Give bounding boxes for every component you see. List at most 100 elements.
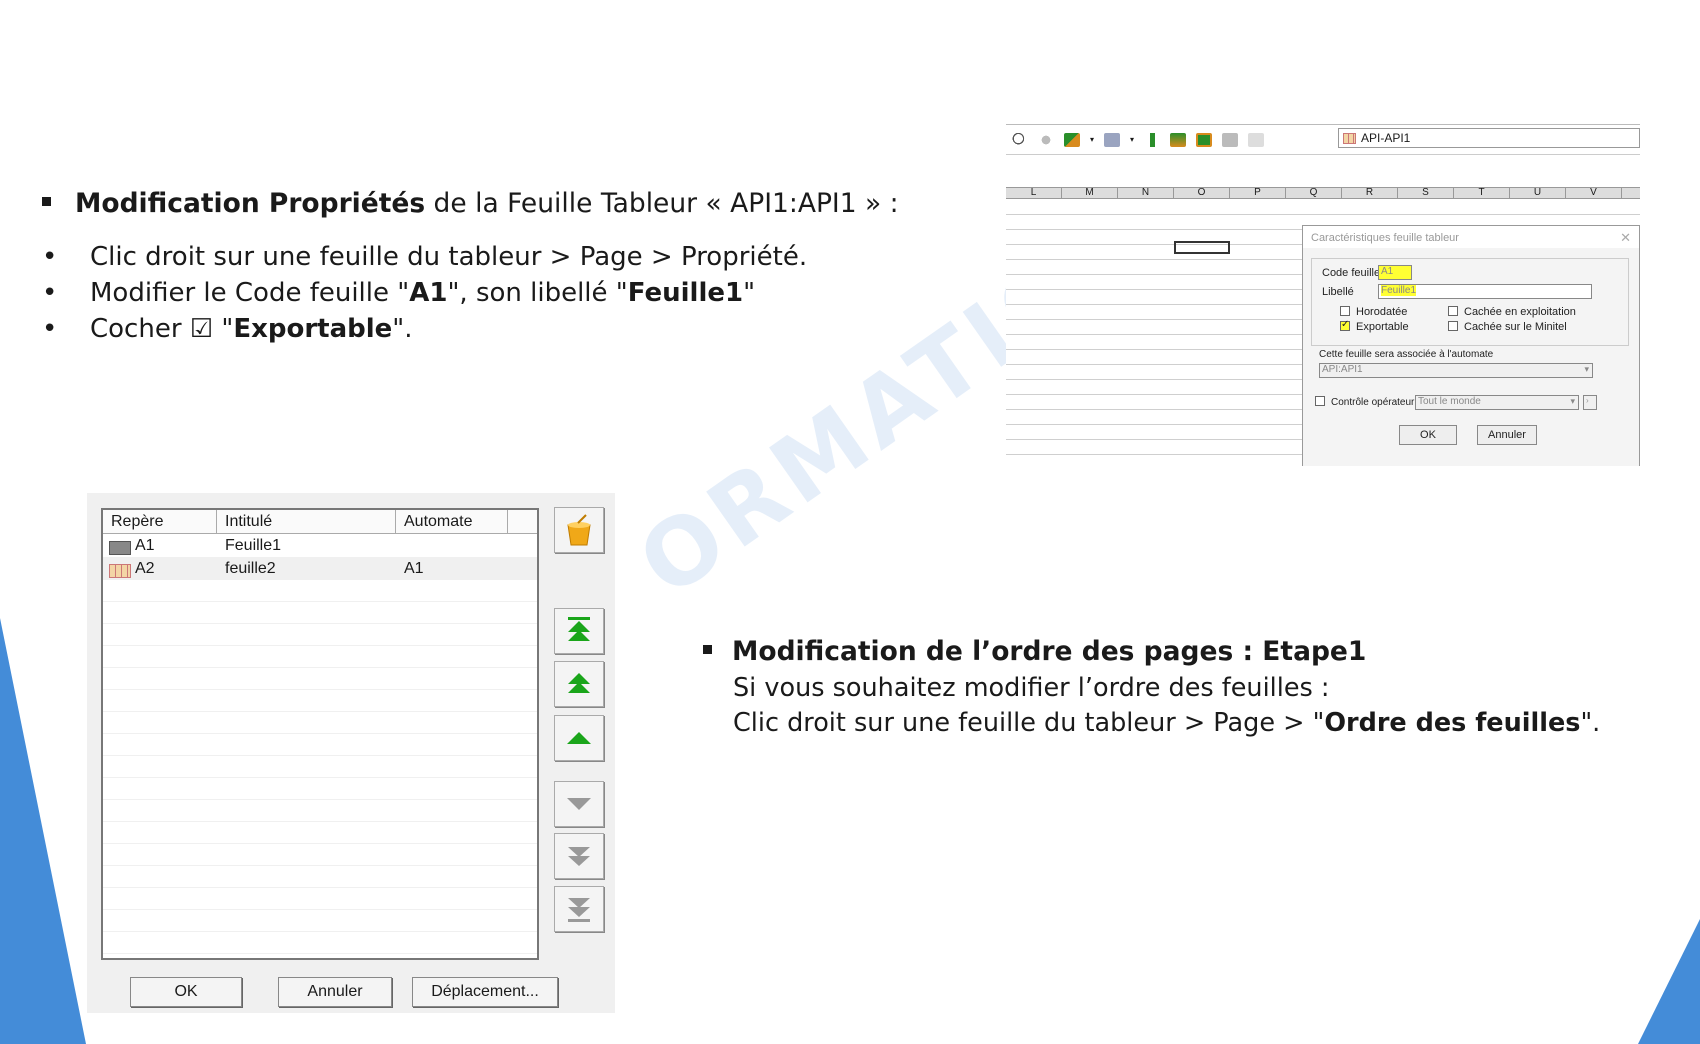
column-header-cell[interactable]: Q (1286, 188, 1342, 198)
bucket-icon (567, 514, 591, 546)
mail-icon[interactable] (1248, 132, 1265, 147)
spreadsheet-icon (109, 563, 131, 578)
column-header-cell[interactable]: P (1230, 188, 1286, 198)
square-bullet-icon (703, 645, 712, 654)
properties-dialog-title: Caractéristiques feuille tableur (1303, 226, 1639, 248)
bullet-dot-icon: • (42, 278, 58, 308)
libelle-input[interactable]: Feuille1 (1378, 284, 1592, 299)
arrow-up-icon[interactable] (1144, 132, 1161, 147)
section1-title-rest: de la Feuille Tableur « API1:API1 » : (425, 188, 899, 219)
bullet-3-post: ". (392, 314, 413, 344)
printer-icon[interactable] (1222, 132, 1239, 147)
section1-title-bold: Modification Propriétés (75, 188, 426, 219)
automate-select[interactable]: API:API1 ▾ (1319, 363, 1593, 378)
bullet-3-bold: Exportable (233, 314, 393, 344)
double-arrow-up-icon (568, 673, 590, 693)
sheet-order-dialog: Repère Intitulé Automate A1 Feuille1 A2 … (87, 493, 615, 1013)
column-header-cell[interactable]: V (1566, 188, 1622, 198)
move-first-button[interactable] (554, 608, 604, 654)
controle-label: Contrôle opérateur (1331, 397, 1415, 408)
window-icon[interactable] (1196, 132, 1213, 147)
move-button[interactable]: Déplacement... (412, 977, 558, 1007)
automate-value: API:API1 (1322, 364, 1363, 375)
column-header-cell[interactable]: U (1510, 188, 1566, 198)
chevron-down-icon: ▾ (1584, 364, 1589, 374)
move-down-fast-button[interactable] (554, 833, 604, 879)
bullet-dot-icon: • (42, 242, 58, 272)
arrow-down-icon[interactable] (1170, 132, 1187, 147)
section2-line2-bold: Ordre des feuilles (1324, 708, 1581, 738)
bullet-1: • Clic droit sur une feuille du tableur >… (42, 242, 807, 272)
right-decoration (1638, 919, 1700, 1044)
move-icon[interactable] (1038, 132, 1054, 147)
section1-title: Modification Propriétés de la Feuille Ta… (42, 188, 899, 219)
controle-checkbox[interactable]: Contrôle opérateur (1315, 396, 1414, 408)
toolbar: ▾ ▾ API-API1 (1006, 125, 1640, 155)
controle-select[interactable]: Tout le monde ▾ (1415, 395, 1579, 410)
column-header-cell[interactable]: R (1342, 188, 1398, 198)
sheet-reference-field[interactable]: API-API1 (1338, 128, 1640, 148)
horodatee-checkbox[interactable]: Horodatée (1340, 306, 1407, 318)
bullet-3-text: Cocher ☑ " (90, 314, 234, 344)
bullet-dot-icon: • (42, 314, 58, 344)
section2-title: Modification de l’ordre des pages : Etap… (703, 636, 1366, 667)
move-up-button[interactable] (554, 715, 604, 761)
chevron-down-icon[interactable]: ▾ (1130, 135, 1134, 144)
column-header-cell[interactable]: N (1118, 188, 1174, 198)
sheet-list-header: Repère Intitulé Automate (103, 510, 537, 534)
ok-button[interactable]: OK (130, 977, 242, 1007)
checkbox-icon (1340, 306, 1350, 316)
checkbox-icon (1448, 306, 1458, 316)
code-feuille-input[interactable]: A1 (1378, 265, 1412, 280)
left-decoration (0, 618, 86, 1044)
column-header-cell[interactable]: O (1174, 188, 1230, 198)
spreadsheet-screenshot: ▾ ▾ API-API1 LMNOPQRSTUV Caractéristique… (1006, 124, 1640, 466)
column-header-cell[interactable]: T (1454, 188, 1510, 198)
move-up-fast-button[interactable] (554, 661, 604, 707)
checkbox-icon (1315, 396, 1325, 406)
association-label: Cette feuille sera associée à l'automate (1319, 349, 1494, 360)
ok-button[interactable]: OK (1399, 425, 1457, 445)
cachee-exploitation-checkbox[interactable]: Cachée en exploitation (1448, 306, 1576, 318)
cancel-button[interactable]: Annuler (278, 977, 392, 1007)
cloud-icon[interactable] (1104, 132, 1121, 147)
move-down-button[interactable] (554, 781, 604, 827)
column-header-cell[interactable]: M (1062, 188, 1118, 198)
bullet-2-bold2: Feuille1 (627, 278, 744, 308)
refresh-icon[interactable] (1064, 132, 1080, 147)
controle-value: Tout le monde (1418, 396, 1481, 407)
section2-line2: Clic droit sur une feuille du tableur > … (733, 708, 1600, 738)
table-row[interactable]: A2 feuille2 A1 (103, 557, 537, 580)
header-repere[interactable]: Repère (103, 510, 217, 533)
cancel-button[interactable]: Annuler (1477, 425, 1537, 445)
chevron-down-icon[interactable]: ▾ (1090, 135, 1094, 144)
delete-button[interactable] (554, 507, 604, 553)
row-repere: A2 (103, 560, 217, 578)
checkbox-checked-icon (1340, 319, 1350, 331)
slide: ORMATION Modification Propriétés de la F… (0, 0, 1700, 1044)
column-header: LMNOPQRSTUV (1006, 187, 1640, 199)
table-row[interactable]: A1 Feuille1 (103, 534, 537, 557)
empty-rows (103, 580, 537, 958)
column-header-cell[interactable]: L (1006, 188, 1062, 198)
libelle-value: Feuille1 (1381, 285, 1417, 296)
sheet-reference-text: API-API1 (1361, 131, 1411, 145)
double-arrow-down-icon (568, 847, 590, 866)
column-header-cell[interactable]: S (1398, 188, 1454, 198)
code-feuille-label: Code feuille (1322, 267, 1381, 279)
row-intitule: Feuille1 (225, 536, 282, 554)
section2-line2-pre: Clic droit sur une feuille du tableur > … (733, 708, 1325, 738)
header-intitule[interactable]: Intitulé (217, 510, 396, 533)
cachee-minitel-checkbox[interactable]: Cachée sur le Minitel (1448, 321, 1567, 333)
cachee-minitel-label: Cachée sur le Minitel (1464, 321, 1567, 333)
controle-extra-button[interactable]: › (1583, 395, 1597, 410)
selected-cell[interactable] (1174, 241, 1230, 254)
exportable-checkbox[interactable]: Exportable (1340, 319, 1409, 333)
row-repere: A1 (103, 537, 217, 555)
move-last-button[interactable] (554, 886, 604, 932)
libelle-label: Libellé (1322, 286, 1354, 298)
zoom-icon[interactable] (1012, 132, 1028, 147)
close-icon[interactable]: ✕ (1620, 230, 1631, 246)
header-spacer (508, 510, 535, 533)
header-automate[interactable]: Automate (396, 510, 508, 533)
